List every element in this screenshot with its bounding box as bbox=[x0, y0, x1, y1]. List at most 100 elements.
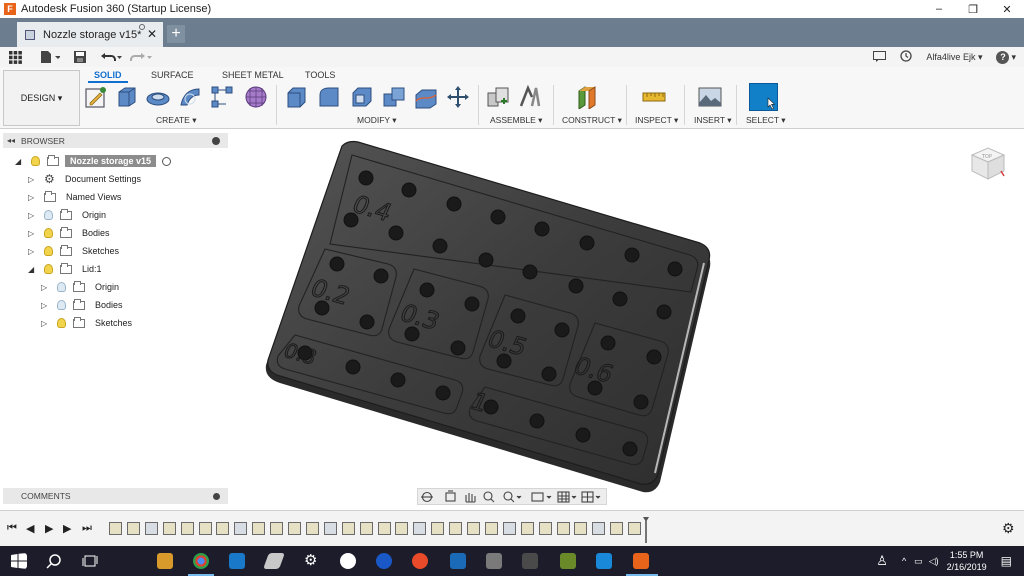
visibility-bulb-icon[interactable] bbox=[57, 318, 66, 328]
timeline-feature-icon[interactable] bbox=[341, 522, 355, 535]
save-icon[interactable] bbox=[68, 48, 92, 66]
revolve-icon[interactable] bbox=[146, 85, 170, 109]
timeline-feature-icon[interactable] bbox=[413, 522, 427, 535]
orbit-icon[interactable] bbox=[421, 491, 433, 503]
user-account-menu[interactable]: Alfa4live Ejk ▾ bbox=[926, 52, 982, 63]
photo-app-icon[interactable] bbox=[450, 553, 466, 569]
timeline-feature-icon[interactable] bbox=[198, 522, 212, 535]
tree-item-sketches[interactable]: ▷ Sketches bbox=[28, 242, 119, 260]
form-sphere-icon[interactable] bbox=[244, 85, 268, 109]
document-tab[interactable]: Nozzle storage v15* ✕ bbox=[17, 22, 163, 47]
timeline-feature-icon[interactable] bbox=[556, 522, 570, 535]
timeline-feature-icon[interactable] bbox=[288, 522, 301, 535]
expand-triangle-icon[interactable]: ▷ bbox=[28, 175, 38, 184]
close-tab-button[interactable]: ✕ bbox=[147, 27, 157, 41]
modify-group-label[interactable]: MODIFY ▾ bbox=[357, 115, 397, 126]
help-menu-icon[interactable]: ? ▾ bbox=[996, 50, 1016, 64]
select-group-label[interactable]: SELECT ▾ bbox=[746, 115, 786, 126]
timeline-feature-icon[interactable] bbox=[538, 522, 552, 535]
visibility-bulb-icon[interactable] bbox=[57, 282, 66, 292]
design-app-icon[interactable] bbox=[376, 553, 392, 569]
new-component-icon[interactable] bbox=[486, 85, 510, 109]
timeline-feature-icon[interactable] bbox=[270, 522, 284, 535]
tree-item-root[interactable]: ◢ Nozzle storage v15 bbox=[15, 152, 172, 170]
shell-icon[interactable] bbox=[350, 85, 374, 109]
tree-item-bodies[interactable]: ▷ Bodies bbox=[28, 224, 110, 242]
expand-triangle-icon[interactable]: ▷ bbox=[28, 247, 38, 256]
construct-group-label[interactable]: CONSTRUCT ▾ bbox=[562, 115, 622, 126]
create-sketch-icon[interactable] bbox=[84, 85, 108, 109]
viewports-icon[interactable] bbox=[581, 491, 601, 503]
workspace-switcher-button[interactable]: DESIGN ▾ bbox=[3, 70, 80, 126]
canvas-viewport[interactable]: 0.4 0.2 0.3 0.5 0.6 0.8 1 bbox=[0, 129, 1024, 510]
timeline-feature-icon[interactable] bbox=[377, 522, 391, 535]
people-icon[interactable]: ♙ bbox=[876, 553, 888, 569]
timeline-feature-icon[interactable] bbox=[144, 522, 158, 535]
tree-item-lid[interactable]: ◢ Lid:1 bbox=[28, 260, 102, 278]
opentx-icon[interactable] bbox=[522, 553, 538, 569]
notifications-icon[interactable]: ▤ bbox=[1001, 554, 1012, 568]
file-menu-icon[interactable] bbox=[36, 48, 64, 66]
fillet-icon[interactable] bbox=[317, 85, 341, 109]
undo-icon[interactable] bbox=[96, 48, 126, 66]
timeline-feature-icon[interactable] bbox=[216, 522, 230, 535]
assemble-group-label[interactable]: ASSEMBLE ▾ bbox=[490, 115, 542, 126]
timeline-feature-icon[interactable] bbox=[431, 522, 445, 535]
tab-surface[interactable]: SURFACE bbox=[151, 70, 194, 80]
timeline-feature-icon[interactable] bbox=[592, 522, 606, 535]
tree-item-origin[interactable]: ▷ Origin bbox=[28, 206, 106, 224]
timeline-marker-icon[interactable] bbox=[643, 517, 649, 543]
data-panel-grid-icon[interactable] bbox=[0, 48, 30, 66]
create-group-label[interactable]: CREATE ▾ bbox=[156, 115, 196, 126]
timeline-feature-icon[interactable] bbox=[359, 522, 373, 535]
comments-panel-header[interactable]: COMMENTS bbox=[3, 488, 228, 504]
inspect-group-label[interactable]: INSPECT ▾ bbox=[635, 115, 678, 126]
steam-icon[interactable] bbox=[340, 553, 356, 569]
insert-canvas-icon[interactable] bbox=[698, 85, 722, 109]
timeline-feature-icon[interactable] bbox=[484, 522, 498, 535]
visibility-bulb-icon[interactable] bbox=[31, 156, 40, 166]
tree-item-lid-bodies[interactable]: ▷ Bodies bbox=[41, 296, 123, 314]
visibility-bulb-icon[interactable] bbox=[44, 228, 53, 238]
security-shield-icon[interactable] bbox=[229, 553, 245, 569]
tab-sheet-metal[interactable]: SHEET METAL bbox=[222, 70, 284, 80]
grid-settings-icon[interactable] bbox=[557, 491, 577, 503]
task-view-icon[interactable] bbox=[82, 553, 98, 569]
volume-icon[interactable]: ◁) bbox=[929, 556, 939, 567]
tree-item-document-settings[interactable]: ▷ ⚙ Document Settings bbox=[28, 170, 141, 188]
firefox-icon[interactable] bbox=[412, 553, 428, 569]
expand-triangle-icon[interactable]: ▷ bbox=[41, 301, 51, 310]
timeline-feature-icon[interactable] bbox=[502, 522, 516, 535]
link-app-icon[interactable] bbox=[596, 553, 612, 569]
timeline-feature-icon[interactable] bbox=[628, 522, 642, 535]
display-settings-icon[interactable] bbox=[531, 492, 552, 502]
sweep-icon[interactable] bbox=[178, 85, 202, 109]
view-cube[interactable]: TOP bbox=[968, 143, 1008, 183]
press-pull-icon[interactable] bbox=[285, 85, 309, 109]
expand-triangle-icon[interactable]: ▷ bbox=[28, 193, 38, 202]
browser-pin-icon[interactable] bbox=[212, 136, 220, 145]
tree-item-named-views[interactable]: ▷ Named Views bbox=[28, 188, 121, 206]
timeline-feature-icon[interactable] bbox=[467, 522, 480, 535]
tree-item-lid-sketches[interactable]: ▷ Sketches bbox=[41, 314, 132, 332]
pan-hand-icon[interactable] bbox=[465, 493, 476, 503]
timeline-previous-icon[interactable]: ◀ bbox=[26, 522, 34, 535]
insert-group-label[interactable]: INSERT ▾ bbox=[694, 115, 732, 126]
fusion-360-taskbar-icon[interactable] bbox=[633, 553, 649, 569]
timeline-settings-gear-icon[interactable]: ⚙ bbox=[1002, 520, 1015, 537]
move-copy-icon[interactable] bbox=[446, 85, 470, 109]
chrome-icon[interactable] bbox=[193, 553, 209, 569]
activate-radio-icon[interactable] bbox=[162, 156, 172, 166]
timeline-feature-icon[interactable] bbox=[323, 522, 337, 535]
visibility-bulb-icon[interactable] bbox=[44, 210, 53, 220]
expand-triangle-icon[interactable]: ▷ bbox=[41, 319, 51, 328]
extrude-icon[interactable] bbox=[115, 85, 139, 109]
tree-item-lid-origin[interactable]: ▷ Origin bbox=[41, 278, 119, 296]
comments-add-icon[interactable] bbox=[213, 492, 220, 500]
expand-triangle-icon[interactable]: ▷ bbox=[41, 283, 51, 292]
tray-chevron-icon[interactable]: ^ bbox=[902, 556, 906, 566]
timeline-feature-icon[interactable] bbox=[162, 522, 176, 535]
timeline-next-icon[interactable]: ▶ bbox=[63, 522, 71, 535]
job-status-icon[interactable] bbox=[873, 50, 887, 64]
timeline-last-icon[interactable]: ⏭ bbox=[82, 522, 92, 535]
